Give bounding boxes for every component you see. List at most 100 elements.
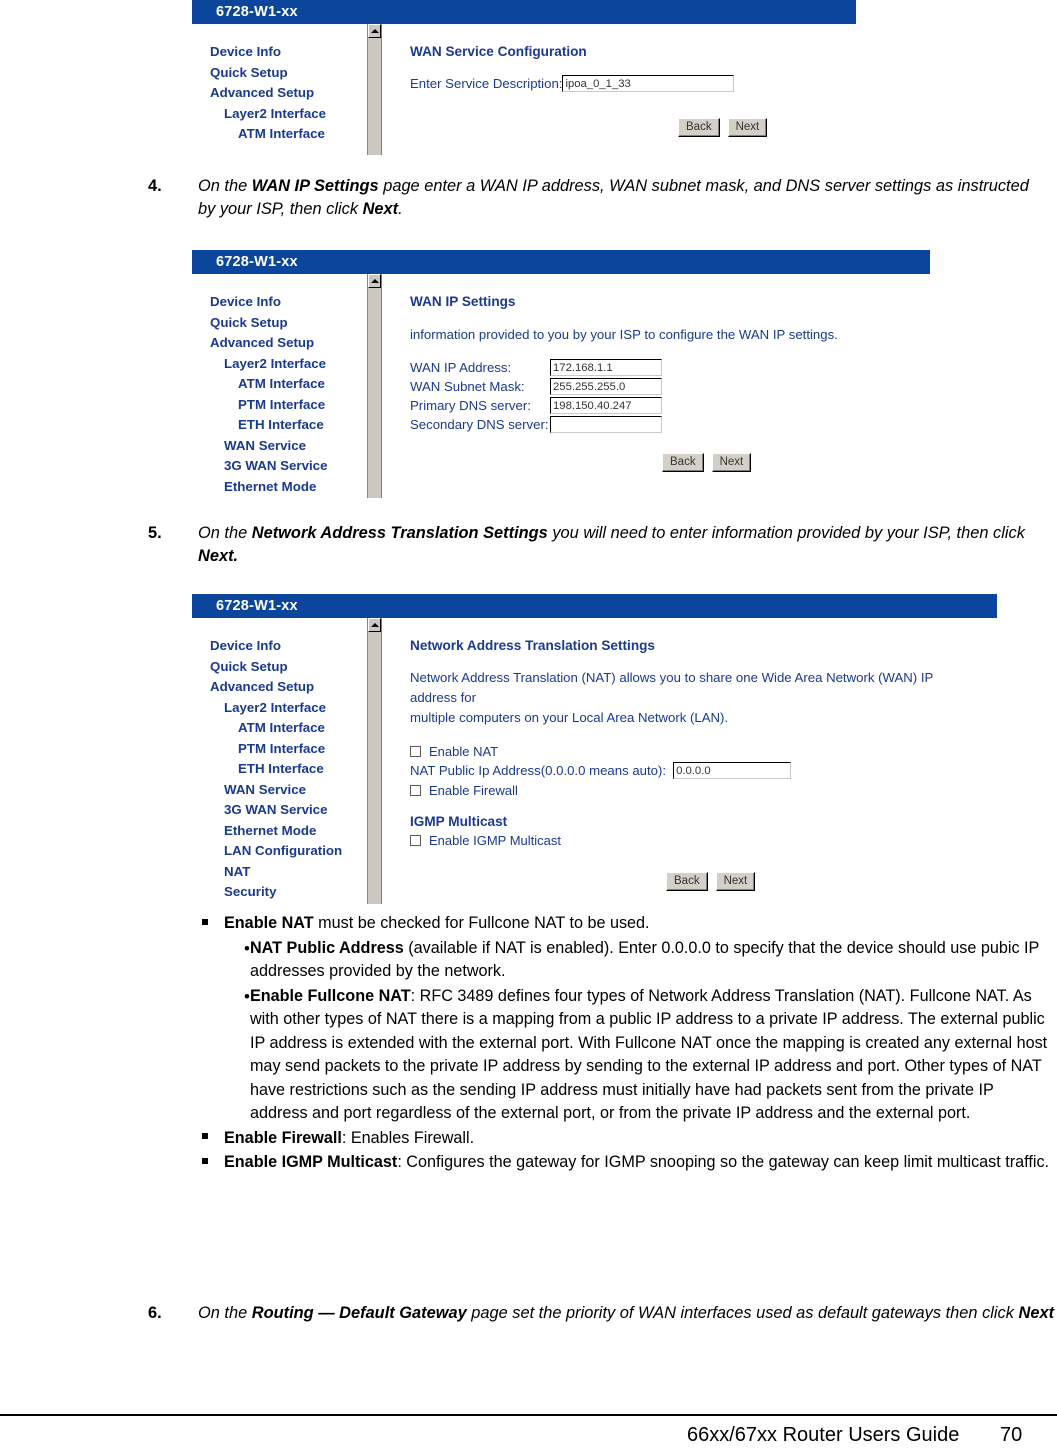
step-6-number: 6. xyxy=(148,1304,162,1322)
sidebar-item-wan-service[interactable]: WAN Service xyxy=(192,436,367,457)
panel-intro-text: information provided to you by your ISP … xyxy=(410,327,838,342)
vertical-scrollbar[interactable] xyxy=(367,618,382,904)
bullet-item: Enable NAT must be checked for Fullcone … xyxy=(186,912,1054,936)
scroll-up-arrow-icon[interactable] xyxy=(368,24,381,38)
screenshot-wan-ip-settings: 6728-W1-xx Device Info Quick Setup Advance… xyxy=(192,250,930,498)
sidebar-item-3g-wan-service[interactable]: 3G WAN Service xyxy=(192,800,367,821)
sidebar-item-lan-configuration[interactable]: LAN Configuration xyxy=(192,841,367,862)
field-row: Secondary DNS server: xyxy=(410,416,930,433)
enable-igmp-multicast-checkbox[interactable] xyxy=(410,835,421,846)
bullet-text: NAT Public Address (available if NAT is … xyxy=(249,938,1040,981)
screenshot-wan-service-configuration: 6728-W1-xx Device Info Quick Setup Advance… xyxy=(192,0,856,155)
step-5-text: On the Network Address Translation Setti… xyxy=(198,524,1025,565)
sidebar-item-eth-interface[interactable]: ETH Interface xyxy=(192,759,367,780)
nat-intro-line-2: multiple computers on your Local Area Ne… xyxy=(410,710,729,725)
panel-title: Network Address Translation Settings xyxy=(410,638,655,653)
square-bullet-icon xyxy=(186,1127,224,1151)
step-4-text: On the WAN IP Settings page enter a WAN … xyxy=(198,177,1029,218)
sidebar-item-advanced-setup[interactable]: Advanced Setup xyxy=(192,83,367,104)
scrollbar-thumb[interactable] xyxy=(368,290,381,498)
bullet-text: Enable NAT must be checked for Fullcone … xyxy=(224,914,650,932)
field-label: Primary DNS server: xyxy=(410,398,531,413)
step-4: 4. On the WAN IP Settings page enter a W… xyxy=(148,175,1048,221)
sidebar-item-security[interactable]: Security xyxy=(192,882,367,903)
router-window-title: 6728-W1-xx xyxy=(192,250,930,274)
sidebar-item-layer2-interface[interactable]: Layer2 Interface xyxy=(192,104,367,125)
sidebar-item-wan-service[interactable]: WAN Service xyxy=(192,780,367,801)
primary-dns-server-input[interactable] xyxy=(550,397,662,414)
step-6: 6. On the Routing — Default Gateway page… xyxy=(148,1302,1057,1325)
bullet-item: NAT Public Address (available if NAT is … xyxy=(186,937,1054,984)
panel-content: WAN IP Settings information provided to … xyxy=(382,274,930,498)
field-row: WAN Subnet Mask: xyxy=(410,378,930,395)
sidebar-item-device-info[interactable]: Device Info xyxy=(192,42,367,63)
nat-intro-line-1: Network Address Translation (NAT) allows… xyxy=(410,670,934,705)
step-6-text: On the Routing — Default Gateway page se… xyxy=(198,1304,1055,1322)
scroll-up-arrow-icon[interactable] xyxy=(368,618,381,632)
sidebar-item-advanced-setup[interactable]: Advanced Setup xyxy=(192,333,367,354)
panel-title: WAN IP Settings xyxy=(410,294,516,309)
sidebar-item-quick-setup[interactable]: Quick Setup xyxy=(192,313,367,334)
screenshot-nat-settings: 6728-W1-xx Device Info Quick Setup Advance… xyxy=(192,594,997,904)
back-button[interactable]: Back xyxy=(666,872,708,891)
sidebar-nav: Device Info Quick Setup Advanced Setup Laye… xyxy=(192,274,367,498)
sidebar-item-quick-setup[interactable]: Quick Setup xyxy=(192,657,367,678)
sidebar-item-layer2-interface[interactable]: Layer2 Interface xyxy=(192,354,367,375)
panel-content: Network Address Translation Settings Net… xyxy=(382,618,997,904)
sidebar-item-atm-interface[interactable]: ATM Interface xyxy=(192,374,367,395)
vertical-scrollbar[interactable] xyxy=(367,274,382,498)
scroll-up-arrow-icon[interactable] xyxy=(368,274,381,288)
field-label: WAN IP Address: xyxy=(410,360,512,375)
nat-public-ip-label: NAT Public Ip Address(0.0.0.0 means auto… xyxy=(410,763,667,778)
sidebar-item-device-info[interactable]: Device Info xyxy=(192,292,367,313)
sidebar-item-ethernet-mode[interactable]: Ethernet Mode xyxy=(192,477,367,498)
sidebar-nav: Device Info Quick Setup Advanced Setup Laye… xyxy=(192,24,367,155)
nat-public-ip-input[interactable] xyxy=(673,762,792,779)
service-description-label: Enter Service Description: xyxy=(410,76,563,91)
next-button[interactable]: Next xyxy=(711,453,752,472)
sidebar-item-nat[interactable]: NAT xyxy=(192,862,367,883)
enable-igmp-multicast-label: Enable IGMP Multicast xyxy=(429,833,561,848)
step-4-number: 4. xyxy=(148,177,162,195)
sidebar-item-ptm-interface[interactable]: PTM Interface xyxy=(192,739,367,760)
scrollbar-thumb[interactable] xyxy=(368,40,381,155)
bullet-text: Enable Fullcone NAT: RFC 3489 defines fo… xyxy=(249,986,1048,1123)
bullet-text: Enable Firewall: Enables Firewall. xyxy=(224,1128,475,1147)
footer-title: 66xx/67xx Router Users Guide xyxy=(687,1424,960,1446)
enable-firewall-checkbox[interactable] xyxy=(410,785,421,796)
round-bullet-icon xyxy=(186,985,250,1126)
sidebar-item-device-info[interactable]: Device Info xyxy=(192,636,367,657)
panel-content: WAN Service Configuration Enter Service … xyxy=(382,24,856,155)
vertical-scrollbar[interactable] xyxy=(367,24,382,155)
next-button[interactable]: Next xyxy=(727,118,768,137)
sidebar-item-eth-interface[interactable]: ETH Interface xyxy=(192,415,367,436)
sidebar-item-layer2-interface[interactable]: Layer2 Interface xyxy=(192,698,367,719)
sidebar-item-atm-interface[interactable]: ATM Interface xyxy=(192,718,367,739)
sidebar-item-quick-setup[interactable]: Quick Setup xyxy=(192,63,367,84)
enable-nat-checkbox[interactable] xyxy=(410,746,421,757)
igmp-multicast-heading: IGMP Multicast xyxy=(410,814,508,829)
square-bullet-icon xyxy=(186,912,224,936)
scrollbar-thumb[interactable] xyxy=(368,634,381,904)
sidebar-item-ptm-interface[interactable]: PTM Interface xyxy=(192,395,367,416)
bullet-item: Enable Firewall: Enables Firewall. xyxy=(186,1127,1054,1151)
sidebar-item-advanced-setup[interactable]: Advanced Setup xyxy=(192,677,367,698)
wan-ip-address-input[interactable] xyxy=(550,359,662,376)
field-label: Secondary DNS server: xyxy=(410,417,549,432)
enable-firewall-label: Enable Firewall xyxy=(429,783,518,798)
bullet-item: Enable IGMP Multicast: Configures the ga… xyxy=(186,1151,1054,1175)
sidebar-item-3g-wan-service[interactable]: 3G WAN Service xyxy=(192,456,367,477)
sidebar-item-ethernet-mode[interactable]: Ethernet Mode xyxy=(192,821,367,842)
back-button[interactable]: Back xyxy=(678,118,720,137)
router-window-title: 6728-W1-xx xyxy=(192,0,856,24)
field-label: WAN Subnet Mask: xyxy=(410,379,525,394)
sidebar-item-atm-interface[interactable]: ATM Interface xyxy=(192,124,367,145)
field-row: Primary DNS server: xyxy=(410,397,930,414)
bullet-item: Enable Fullcone NAT: RFC 3489 defines fo… xyxy=(186,985,1054,1126)
secondary-dns-server-input[interactable] xyxy=(550,416,662,433)
wan-subnet-mask-input[interactable] xyxy=(550,378,662,395)
back-button[interactable]: Back xyxy=(662,453,704,472)
next-button[interactable]: Next xyxy=(715,872,756,891)
service-description-input[interactable] xyxy=(562,75,735,92)
footer-page-number: 70 xyxy=(1000,1424,1023,1446)
